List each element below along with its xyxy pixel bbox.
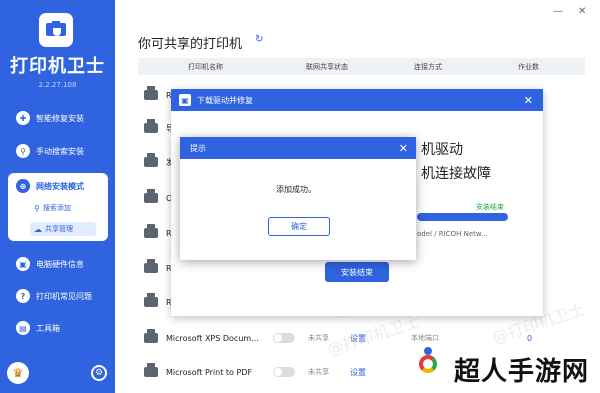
dialog-titlebar: ▣ 下载驱动并修复 ✕ [171,89,543,111]
refresh-icon[interactable]: ↻ [255,34,263,45]
printer-icon [144,224,158,238]
printer-icon [144,189,158,203]
setting-link[interactable]: 设置 [350,333,366,344]
repair-line-2: 机连接故障 [421,166,491,182]
share-status: 未共享 [308,334,329,342]
brand-mark-icon [410,347,444,385]
sidebar-item-network-mode[interactable]: ⊕ 网络安装模式 [8,176,108,196]
gear-icon[interactable]: ⚙ [91,365,107,381]
brand-logo: 超人手游网 [402,345,592,389]
printer-model: odel / RICOH Netw... [417,230,488,238]
connection-type: 本地端口 [411,334,439,342]
sidebar-item-label: 手动搜索安装 [36,146,84,156]
network-icon: ⊕ [16,179,30,193]
printer-icon [144,153,158,167]
search-icon: ⚲ [34,203,40,213]
dialog-titlebar: 提示 ✕ [180,137,416,159]
sidebar-item-toolbox[interactable]: ▤ 工具箱 [8,316,108,340]
table-header: 打印机名称 联网共享状态 连接方式 作业数 [138,58,585,75]
app-title: 打印机卫士 [10,56,105,77]
repair-icon: ✚ [16,111,30,125]
column-header: 打印机名称 [188,62,223,71]
share-toggle[interactable] [273,333,295,343]
dialog-title: 提示 [190,143,206,153]
app-version: 2.2.27.108 [38,81,77,89]
sidebar-item-label: 网络安装模式 [36,181,84,191]
sidebar-item-manual-search[interactable]: ⚲ 手动搜索安装 [8,139,108,163]
page-title: 你可共享的打印机 [138,37,243,52]
question-icon: ? [16,289,30,303]
sidebar-subitem-label: 搜索添加 [42,204,71,212]
dialog-title: 下载驱动并修复 [197,95,253,105]
sidebar-subitem-search-add[interactable]: ⚲ 搜索添加 [30,201,96,215]
printer-icon [144,293,158,307]
cloud-icon: ☁ [34,224,42,234]
printer-name: Microsoft Print to PDF [166,367,253,377]
printer-icon [144,329,158,343]
minimize-button[interactable]: — [553,6,563,17]
ok-button[interactable]: 确定 [268,217,330,236]
column-header: 联网共享状态 [306,62,348,71]
close-icon[interactable]: ✕ [399,142,408,155]
brand-text: 超人手游网 [454,357,590,387]
close-icon[interactable]: ✕ [524,94,533,107]
sidebar: 打印机卫士 2.2.27.108 ✚ 智能修复安装 ⚲ 手动搜索安装 ⊕ 网络安… [0,0,115,393]
sidebar-subitem-label: 共享管理 [45,225,73,233]
install-progress [417,213,508,221]
install-done-button[interactable]: 安装结束 [325,262,389,282]
app-logo-icon [39,13,73,47]
close-button[interactable]: ✕ [578,6,586,17]
column-header: 连接方式 [414,62,442,71]
printer-name: Microsoft XPS Docum... [166,333,259,343]
install-state: 安装结束 [476,203,504,211]
printer-icon [144,259,158,273]
search-icon: ⚲ [16,144,30,158]
sidebar-subitem-share-manage[interactable]: ☁ 共享管理 [30,222,96,236]
sidebar-item-label: 打印机常见问题 [36,291,92,301]
hardware-icon: ▣ [16,257,30,271]
tip-dialog: 提示 ✕ 添加成功。 确定 [180,137,416,260]
printer-icon [144,86,158,100]
sidebar-item-label: 工具箱 [36,323,60,333]
share-status: 未共享 [308,368,329,376]
sidebar-item-label: 智能修复安装 [36,113,84,123]
tip-message: 添加成功。 [276,185,316,194]
sidebar-item-smart-repair[interactable]: ✚ 智能修复安装 [8,106,108,130]
sidebar-item-faq[interactable]: ? 打印机常见问题 [8,284,108,308]
sidebar-group-network: ⊕ 网络安装模式 ⚲ 搜索添加 ☁ 共享管理 [8,173,108,241]
column-header: 作业数 [518,62,539,71]
printer-icon [144,363,158,377]
sidebar-item-hardware[interactable]: ▣ 电脑硬件信息 [8,252,108,276]
printer-icon [144,119,158,133]
setting-link[interactable]: 设置 [350,367,366,378]
progress-fill [417,213,508,221]
printer-icon: ▣ [179,94,191,106]
share-toggle[interactable] [273,367,295,377]
avatar[interactable]: ♛ [7,362,29,384]
toolbox-icon: ▤ [16,321,30,335]
job-count: 0 [527,333,533,343]
repair-line-1: 机驱动 [421,142,463,158]
sidebar-item-label: 电脑硬件信息 [36,259,84,269]
